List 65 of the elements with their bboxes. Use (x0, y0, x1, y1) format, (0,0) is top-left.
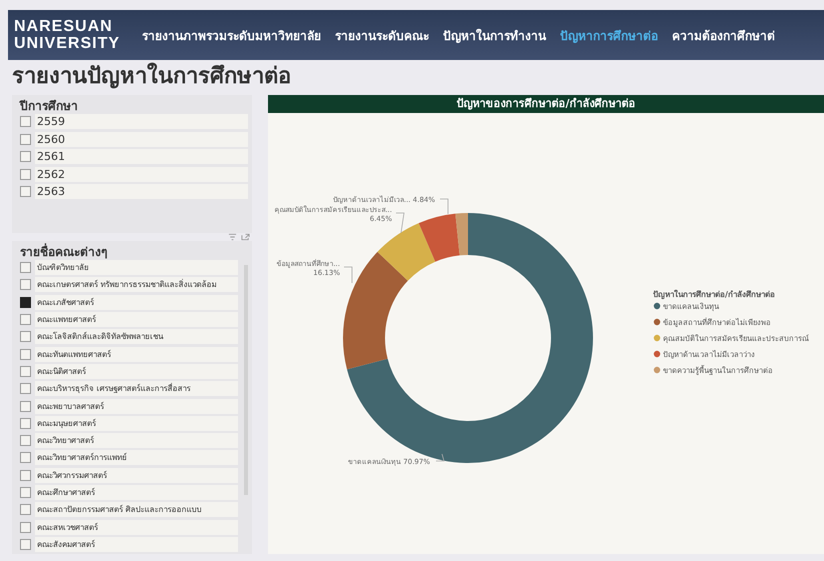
filter-option[interactable]: 2559 (35, 114, 248, 130)
checkbox[interactable] (20, 435, 31, 446)
filter-option[interactable]: คณะทันตแพทยศาสตร์ (35, 346, 238, 362)
filter-title: รายชื่อคณะต่างๆ (20, 244, 108, 260)
checkbox[interactable] (20, 400, 31, 412)
filter-option[interactable]: คณะเกษตรศาสตร์ ทรัพยากรธรรมชาติและสิ่งแวดล้อม (35, 277, 238, 292)
legend-title: ปัญหาในการศึกษาต่อ/กำลังศึกษาต่อ (653, 290, 775, 299)
nav-tab[interactable]: รายงานระดับคณะ (335, 26, 430, 44)
filter-title: ปีการศึกษา (20, 98, 79, 114)
filter-option[interactable]: 2561 (35, 149, 248, 164)
nav-tab[interactable]: ปัญหาการศึกษาต่อ (560, 26, 658, 44)
donut-slice[interactable] (418, 214, 460, 262)
filter-option[interactable]: คณะวิศวกรรมศาสตร์ (35, 468, 238, 483)
filter-option[interactable]: คณะโลจิสติกส์และดิจิทัลซัพพลายเชน (35, 329, 238, 344)
checkbox[interactable] (20, 151, 31, 162)
donut-slice[interactable] (377, 223, 436, 281)
checkbox[interactable] (20, 134, 31, 145)
logo-text: NARESUAN (14, 18, 114, 35)
checkbox[interactable] (20, 279, 31, 290)
filter-option[interactable]: คณะวิทยาศาสตร์ (35, 433, 238, 448)
checkbox[interactable] (20, 262, 31, 274)
checkbox[interactable] (20, 116, 31, 128)
leader-line (440, 198, 448, 214)
filter-option[interactable]: คณะเภสัชศาสตร์ (35, 294, 238, 310)
filter-icon[interactable] (228, 233, 237, 241)
checkbox[interactable] (20, 168, 31, 180)
checkbox[interactable] (20, 348, 31, 360)
checkbox[interactable] (20, 383, 31, 394)
filter-option[interactable]: คณะพยาบาลศาสตร์ (35, 398, 238, 414)
expand-icon[interactable] (241, 233, 250, 241)
checkbox[interactable] (20, 522, 31, 533)
checkbox[interactable] (20, 331, 31, 342)
filter-option[interactable]: คณะสถาปัตยกรรมศาสตร์ ศิลปะและการออกแบบ (35, 502, 238, 518)
filter-option[interactable]: คณะนิติศาสตร์ (35, 364, 238, 379)
filter-option[interactable]: คณะวิทยาศาสตร์การแพทย์ (35, 450, 238, 466)
page-title: รายงานปัญหาในการศึกษาต่อ (12, 62, 292, 91)
leader-line (396, 212, 404, 234)
filter-option[interactable]: คณะบริหารธุรกิจ เศรษฐศาสตร์และการสื่อสาร (35, 381, 238, 396)
checkbox[interactable] (20, 314, 31, 326)
nav-tab[interactable]: ความต้องกาศึกษาต่ (672, 26, 776, 44)
checkbox[interactable] (20, 452, 31, 464)
leader-line (344, 266, 352, 284)
filter-option[interactable]: คณะสหเวชศาสตร์ (35, 520, 238, 535)
checkbox[interactable] (20, 504, 31, 516)
logo-text: UNIVERSITY (14, 35, 120, 52)
donut-slice[interactable] (343, 252, 408, 370)
checkbox[interactable] (20, 186, 31, 198)
leader-line (436, 454, 445, 462)
filter-option[interactable]: คณะศึกษาศาสตร์ (35, 485, 238, 500)
checkbox[interactable] (20, 418, 31, 429)
chart-title: ปัญหาของการศึกษาต่อ/กำลังศึกษาต่อ (268, 95, 824, 113)
filter-option[interactable]: 2563 (35, 184, 248, 200)
checkbox[interactable] (20, 470, 31, 481)
filter-option[interactable]: คณะสังคมศาสตร์ (35, 536, 238, 552)
checkbox[interactable] (20, 538, 31, 550)
filter-option[interactable]: 2562 (35, 166, 248, 182)
filter-option[interactable]: คณะแพทยศาสตร์ (35, 312, 238, 328)
nav-tab[interactable]: รายงานภาพรวมระดับมหาวิทยาลัย (142, 26, 322, 44)
checkbox[interactable] (20, 296, 31, 308)
filter-option[interactable]: คณะมนุษยศาสตร์ (35, 416, 238, 431)
checkbox[interactable] (20, 487, 31, 498)
filter-option[interactable]: 2560 (35, 132, 248, 147)
checkbox[interactable] (20, 366, 31, 377)
nav-tab[interactable]: ปัญหาในการทำงาน (443, 26, 546, 44)
filter-option[interactable]: บัณฑิตวิทยาลัย (35, 260, 238, 276)
